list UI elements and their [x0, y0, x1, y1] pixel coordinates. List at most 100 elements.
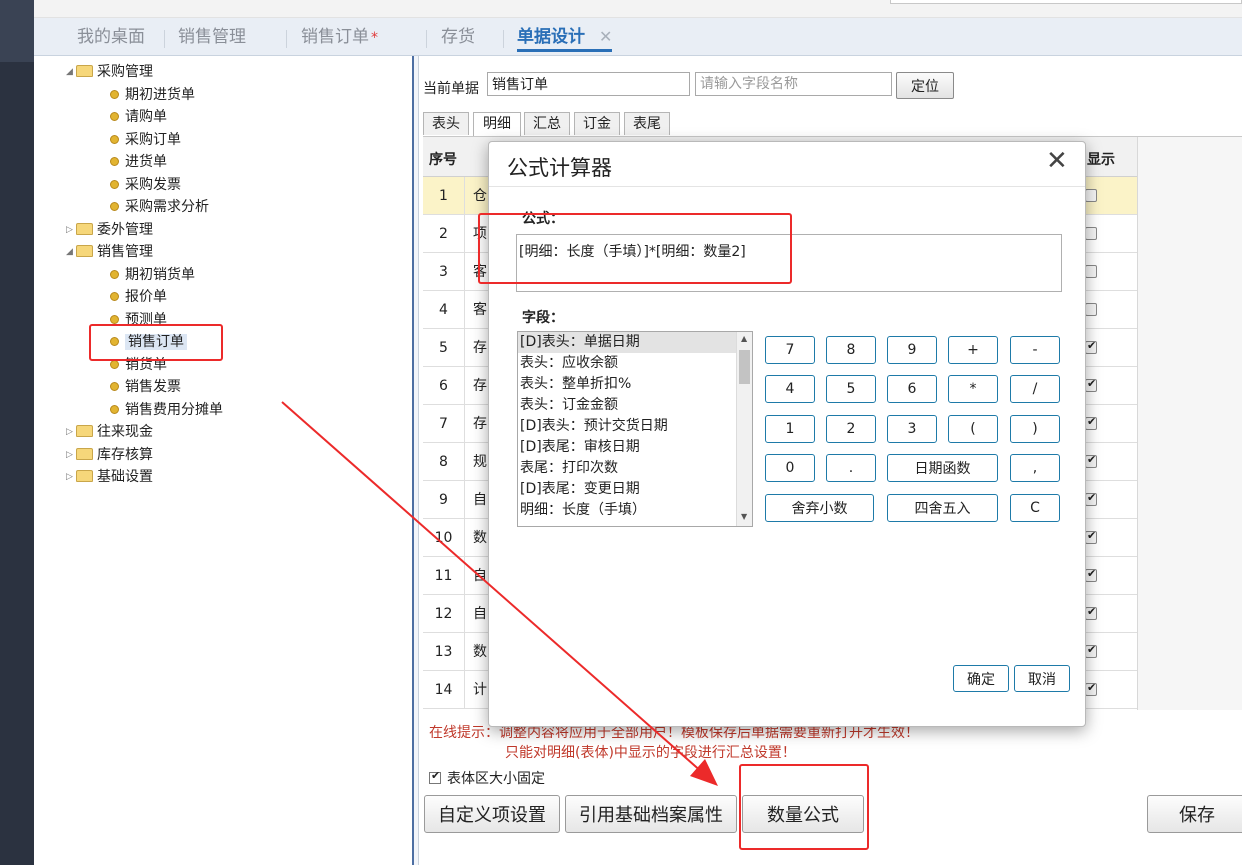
tab-sales-management[interactable]: 销售管理 [178, 26, 246, 52]
show-checkbox[interactable] [1085, 265, 1097, 278]
show-checkbox[interactable] [1085, 681, 1097, 696]
expand-toggle-icon[interactable]: ▷ [66, 220, 76, 240]
tab-inventory[interactable]: 存货 [441, 26, 475, 52]
tree-group-sales[interactable]: ◢ 销售管理 [66, 242, 153, 262]
tree-group-basic-settings[interactable]: ▷ 基础设置 [66, 467, 153, 487]
fixed-size-row[interactable]: 表体区大小固定 [429, 768, 545, 788]
show-checkbox[interactable] [1085, 303, 1097, 316]
show-checkbox[interactable] [1085, 491, 1097, 506]
scroll-down-icon[interactable]: ▼ [741, 512, 747, 521]
show-checkbox[interactable] [1085, 643, 1097, 658]
tree-item[interactable]: 销货单 [110, 355, 167, 375]
tree-item[interactable]: 预测单 [110, 310, 167, 330]
current-document-input[interactable] [487, 72, 690, 96]
key-4[interactable]: 4 [765, 375, 815, 403]
tree-item[interactable]: 销售发票 [110, 377, 181, 397]
tree-group-outsourcing[interactable]: ▷ 委外管理 [66, 220, 153, 240]
key-3[interactable]: 3 [887, 415, 937, 443]
fixed-size-checkbox[interactable] [429, 769, 441, 784]
key-5[interactable]: 5 [826, 375, 876, 403]
show-checkbox[interactable] [1085, 227, 1097, 240]
custom-items-button[interactable]: 自定义项设置 [424, 795, 560, 833]
tree-item[interactable]: 报价单 [110, 287, 167, 307]
dialog-close-icon[interactable]: ✕ [1046, 146, 1068, 176]
show-checkbox[interactable] [1085, 529, 1097, 544]
key-minus[interactable]: - [1010, 336, 1060, 364]
show-checkbox[interactable] [1085, 377, 1097, 392]
tab-document-design[interactable]: 单据设计 ✕ [517, 26, 613, 52]
field-option[interactable]: [D]表头：单据日期 [518, 332, 737, 353]
truncate-decimal-button[interactable]: 舍弃小数 [765, 494, 874, 522]
locate-button[interactable]: 定位 [896, 72, 954, 99]
key-right-paren[interactable]: ) [1010, 415, 1060, 443]
formula-textarea[interactable]: [明细：长度（手填）]*[明细：数量2] [516, 234, 1062, 292]
expand-toggle-icon[interactable]: ▷ [66, 422, 76, 442]
show-checkbox[interactable] [1085, 189, 1097, 202]
key-plus[interactable]: + [948, 336, 998, 364]
panel-splitter[interactable] [412, 56, 419, 865]
key-comma[interactable]: , [1010, 454, 1060, 482]
key-7[interactable]: 7 [765, 336, 815, 364]
clear-button[interactable]: C [1010, 494, 1060, 522]
listbox-scrollbar[interactable]: ▲ ▼ [736, 332, 752, 526]
subtab-deposit[interactable]: 订金 [574, 112, 620, 135]
tree-group-inventory-accounting[interactable]: ▷ 库存核算 [66, 445, 153, 465]
key-1[interactable]: 1 [765, 415, 815, 443]
field-search-input[interactable] [695, 72, 892, 96]
tree-group-cash[interactable]: ▷ 往来现金 [66, 422, 153, 442]
show-checkbox[interactable] [1085, 453, 1097, 468]
show-checkbox[interactable] [1085, 605, 1097, 620]
tree-item[interactable]: 进货单 [110, 152, 167, 172]
expand-toggle-icon[interactable]: ▷ [66, 445, 76, 465]
tree-item-sales-order[interactable]: 销售订单 [110, 332, 187, 352]
show-checkbox[interactable] [1085, 339, 1097, 354]
field-listbox[interactable]: [D]表头：单据日期 表头：应收余额 表头：整单折扣% 表头：订金金额 [D]表… [517, 331, 753, 527]
cancel-button[interactable]: 取消 [1014, 665, 1070, 692]
ok-button[interactable]: 确定 [953, 665, 1009, 692]
scroll-up-icon[interactable]: ▲ [741, 334, 747, 343]
tree-item[interactable]: 采购需求分析 [110, 197, 209, 217]
round-button[interactable]: 四舍五入 [887, 494, 998, 522]
date-function-button[interactable]: 日期函数 [887, 454, 998, 482]
tree-group-purchase[interactable]: ◢ 采购管理 [66, 62, 153, 82]
reference-archive-button[interactable]: 引用基础档案属性 [565, 795, 737, 833]
subtab-footer[interactable]: 表尾 [624, 112, 670, 135]
field-option[interactable]: [D]表尾：审核日期 [518, 437, 737, 458]
tree-item[interactable]: 采购发票 [110, 175, 181, 195]
key-multiply[interactable]: * [948, 375, 998, 403]
show-checkbox[interactable] [1085, 415, 1097, 430]
field-option[interactable]: 明细：长度（手填） [518, 500, 737, 521]
save-button[interactable]: 保存 [1147, 795, 1242, 833]
subtab-detail[interactable]: 明细 [473, 112, 521, 136]
subtab-header[interactable]: 表头 [423, 112, 469, 135]
expand-toggle-icon[interactable]: ▷ [66, 467, 76, 487]
field-option[interactable]: [D]表头：预计交货日期 [518, 416, 737, 437]
key-0[interactable]: 0 [765, 454, 815, 482]
field-option[interactable]: 表头：订金金额 [518, 395, 737, 416]
expand-toggle-icon[interactable]: ◢ [66, 62, 76, 82]
tree-item[interactable]: 期初进货单 [110, 85, 195, 105]
quantity-formula-button[interactable]: 数量公式 [742, 795, 864, 833]
key-2[interactable]: 2 [826, 415, 876, 443]
tab-sales-order[interactable]: 销售订单 * [301, 26, 378, 52]
expand-toggle-icon[interactable]: ◢ [66, 242, 76, 262]
key-divide[interactable]: / [1010, 375, 1060, 403]
field-option[interactable]: 表头：应收余额 [518, 353, 737, 374]
key-dot[interactable]: . [826, 454, 876, 482]
show-checkbox[interactable] [1085, 567, 1097, 582]
tree-item[interactable]: 销售费用分摊单 [110, 400, 223, 420]
subtab-summary[interactable]: 汇总 [524, 112, 570, 135]
tree-item[interactable]: 期初销货单 [110, 265, 195, 285]
key-left-paren[interactable]: ( [948, 415, 998, 443]
scrollbar-thumb[interactable] [739, 350, 750, 384]
field-option[interactable]: [D]表尾：变更日期 [518, 479, 737, 500]
tree-item[interactable]: 采购订单 [110, 130, 181, 150]
key-8[interactable]: 8 [826, 336, 876, 364]
key-9[interactable]: 9 [887, 336, 937, 364]
tree-item[interactable]: 请购单 [110, 107, 167, 127]
key-6[interactable]: 6 [887, 375, 937, 403]
tab-close-icon[interactable]: ✕ [599, 27, 612, 46]
field-option[interactable]: 表尾：打印次数 [518, 458, 737, 479]
field-option[interactable]: 表头：整单折扣% [518, 374, 737, 395]
tab-desktop[interactable]: 我的桌面 [77, 26, 145, 52]
